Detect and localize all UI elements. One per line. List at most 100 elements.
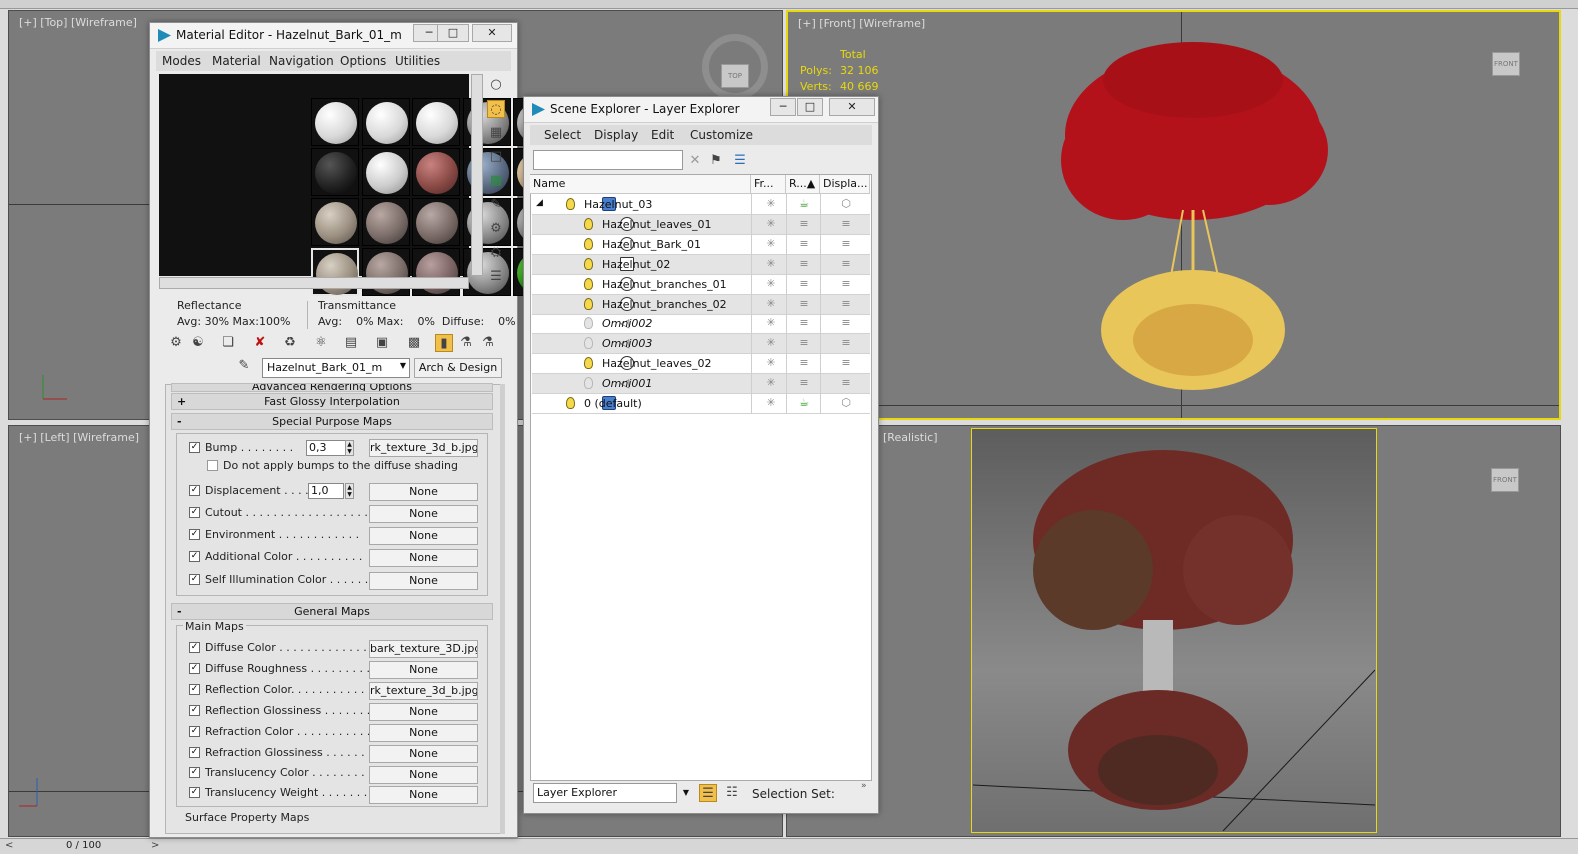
options-icon[interactable]: ⚙ [487,220,505,238]
refraction-gloss-checkbox[interactable]: ✓ [189,747,200,758]
minimize-button[interactable]: ─ [770,98,796,116]
translucency-weight-checkbox[interactable]: ✓ [189,787,200,798]
material-editor-titlebar[interactable]: Material Editor - Hazelnut_Bark_01_m ─ □… [150,23,517,49]
search-input[interactable] [533,150,683,170]
timeline-prev-icon[interactable]: < [5,840,13,851]
refraction-gloss-map-button[interactable]: None [369,745,478,763]
displacement-spinner-arrows[interactable]: ▲ ▼ [345,483,354,499]
render-icon[interactable]: ≡ [797,357,811,369]
freeze-icon[interactable]: ✳ [764,217,778,230]
light-bulb-icon[interactable] [584,257,593,270]
reflection-gloss-checkbox[interactable]: ✓ [189,705,200,716]
light-bulb-icon[interactable] [584,317,593,330]
make-unique-icon[interactable]: ⚛ [312,334,330,352]
display-icon[interactable]: ≡ [839,357,853,369]
menu-material[interactable]: Material [212,54,261,68]
menu-select[interactable]: Select [544,128,581,142]
displacement-spinner[interactable]: 1,0 [308,483,344,499]
put-to-library-icon[interactable]: ▤ [342,334,360,352]
viewcube-persp[interactable]: FRONT [1491,468,1519,492]
freeze-icon[interactable]: ✳ [764,337,778,349]
freeze-icon[interactable]: ✳ [764,357,778,369]
rollout-fast-glossy[interactable]: + Fast Glossy Interpolation [171,393,493,410]
freeze-icon[interactable]: ✳ [764,297,778,310]
chevron-down-icon[interactable]: ▼ [679,783,693,803]
bump-map-button[interactable]: rk_texture_3d_b.jpg) [369,439,478,457]
light-bulb-icon[interactable] [584,337,593,350]
make-preview-icon[interactable]: ✎ [487,196,505,214]
close-button[interactable]: ✕ [829,98,875,116]
rollout-special-maps[interactable]: - Special Purpose Maps [171,413,493,430]
expand-icon[interactable]: » [861,781,867,791]
bump-spinner-arrows[interactable]: ▲ ▼ [345,440,354,456]
video-color-icon[interactable]: ▩ [487,172,505,190]
show-map-icon[interactable]: ▩ [405,334,423,352]
copy-material-icon[interactable]: ♻ [281,334,299,352]
freeze-icon[interactable]: ✳ [764,277,778,290]
refraction-color-map-button[interactable]: None [369,724,478,742]
viewport-front-label[interactable]: [+] [Front] [Wireframe] [798,17,925,30]
render-icon[interactable]: ≡ [797,237,811,250]
self-illum-checkbox[interactable]: ✓ [189,574,200,585]
sort-by-layers-icon[interactable]: ☰ [699,784,717,802]
backlight-icon[interactable]: ◌ [487,100,505,118]
background-icon[interactable]: ▦ [487,124,505,142]
show-end-result-icon[interactable]: ▮ [435,334,453,352]
sample-slot[interactable] [361,198,410,246]
menu-modes[interactable]: Modes [162,54,201,68]
menu-options[interactable]: Options [340,54,386,68]
reflection-color-map-button[interactable]: rk_texture_3d_b.jpg) [369,682,478,700]
material-id-icon[interactable]: ▣ [373,334,391,352]
light-bulb-icon[interactable] [584,237,593,250]
display-icon[interactable]: ≡ [839,217,853,230]
menu-customize[interactable]: Customize [690,128,753,142]
select-by-material-icon[interactable]: ⛭ [487,244,505,262]
sample-slot[interactable] [311,148,359,196]
sample-slot[interactable] [361,148,410,196]
go-to-parent-icon[interactable]: ⚗ [457,334,475,352]
display-icon[interactable]: ≡ [839,257,853,270]
self-illum-map-button[interactable]: None [369,572,478,590]
cutout-map-button[interactable]: None [369,505,478,523]
freeze-icon[interactable]: ✳ [764,377,778,389]
freeze-icon[interactable]: ✳ [764,257,778,270]
sort-by-hierarchy-icon[interactable]: ☷ [723,784,741,802]
bump-checkbox[interactable]: ✓ [189,442,200,453]
render-icon[interactable]: ≡ [797,317,811,329]
filter-icon[interactable]: ⚑ [707,152,725,170]
freeze-icon[interactable]: ✳ [764,397,778,409]
timeline-bar[interactable]: < 0 / 100 > [0,838,1578,854]
sample-slot[interactable] [412,198,460,246]
menu-utilities[interactable]: Utilities [395,54,440,68]
go-forward-sibling-icon[interactable]: ⚗ [479,334,497,352]
diffuse-roughness-map-button[interactable]: None [369,661,478,679]
viewport-front[interactable]: [+] [Front] [Wireframe] Total Polys: 32 … [786,10,1561,420]
display-icon[interactable]: ≡ [839,277,853,290]
chevron-down-icon[interactable]: ▼ [400,361,406,370]
col-render[interactable]: R...▲ [786,175,820,194]
render-icon[interactable]: ☕ [797,198,811,210]
diffuse-color-checkbox[interactable]: ✓ [189,642,200,653]
environment-checkbox[interactable]: ✓ [189,529,200,540]
light-bulb-icon[interactable] [584,377,593,390]
close-button[interactable]: ✕ [472,24,512,42]
display-icon[interactable]: ⬡ [839,397,853,409]
refraction-color-checkbox[interactable]: ✓ [189,726,200,737]
display-icon[interactable]: ⬡ [839,198,853,210]
put-to-scene-icon[interactable]: ☯ [189,334,207,352]
freeze-icon[interactable]: ✳ [764,317,778,329]
light-bulb-icon[interactable] [566,198,575,210]
no-bump-diffuse-checkbox[interactable] [207,460,218,471]
col-display[interactable]: Displa... [820,175,870,194]
rollout-general-maps[interactable]: - General Maps [171,603,493,620]
viewcube-top[interactable]: TOP [721,64,749,88]
sample-slot[interactable] [412,148,460,196]
light-bulb-icon[interactable] [584,217,593,230]
display-icon[interactable]: ≡ [839,337,853,349]
diffuse-color-map-button[interactable]: bark_texture_3D.jpg) [369,640,478,658]
freeze-icon[interactable]: ✳ [764,237,778,250]
explorer-type-select[interactable]: Layer Explorer [533,783,677,803]
environment-map-button[interactable]: None [369,527,478,545]
additional-color-checkbox[interactable]: ✓ [189,551,200,562]
render-icon[interactable]: ≡ [797,217,811,230]
